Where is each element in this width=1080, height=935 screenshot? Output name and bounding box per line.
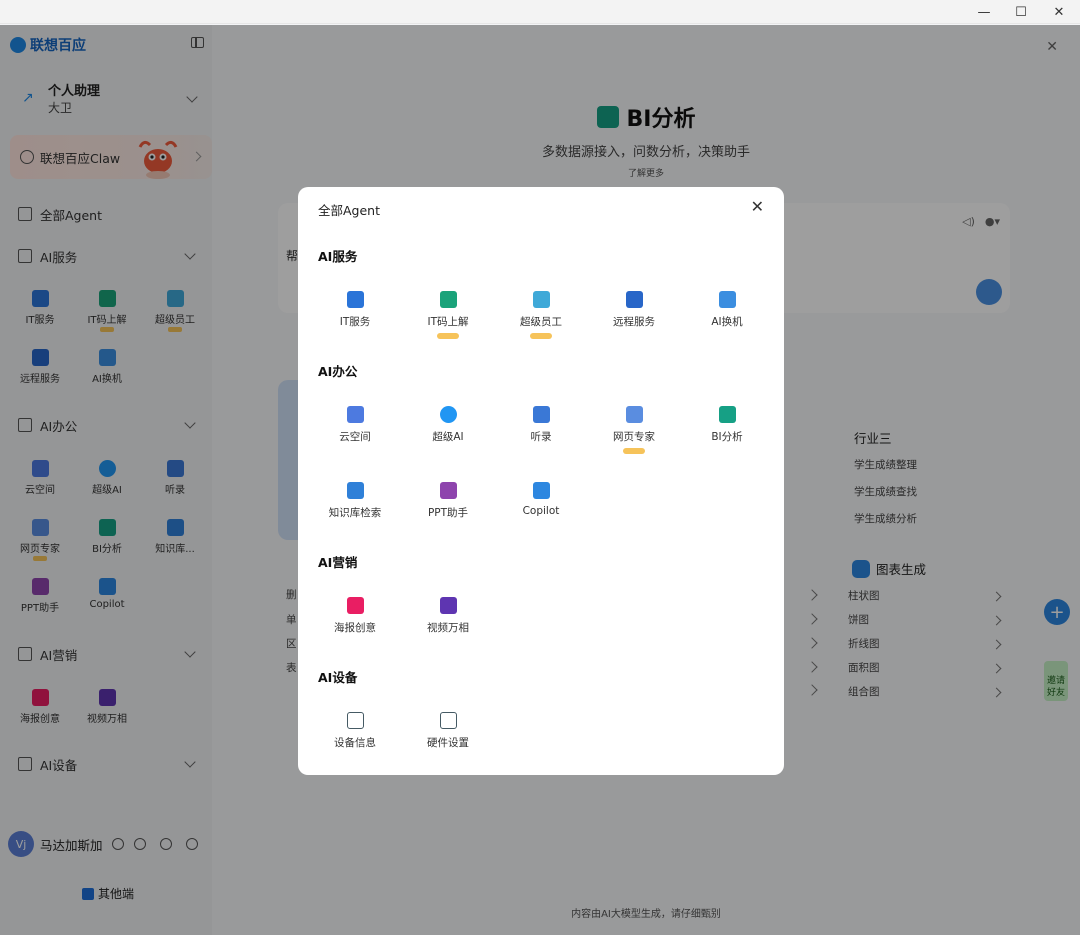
ppt-icon: [439, 482, 457, 499]
agent-copilot[interactable]: Copilot: [496, 482, 586, 517]
modal-close-icon[interactable]: ✕: [751, 199, 764, 215]
beta-badge: [530, 333, 552, 339]
agent-cloud-space[interactable]: 云空间: [310, 406, 400, 444]
agent-poster[interactable]: 海报创意: [310, 597, 400, 635]
knowledge-base-icon: [346, 482, 364, 499]
agent-label: 设备信息: [334, 737, 376, 749]
agent-label: 网页专家: [613, 431, 655, 443]
agent-video[interactable]: 视频万相: [403, 597, 493, 635]
group-title: AI办公: [318, 364, 358, 379]
monitor-icon: [346, 712, 364, 729]
agent-transcribe[interactable]: 听录: [496, 406, 586, 444]
minimize-button[interactable]: —: [966, 2, 1002, 22]
transcribe-icon: [532, 406, 550, 423]
agent-label: Copilot: [522, 505, 560, 517]
agent-label: AI换机: [711, 316, 743, 328]
agent-label: IT码上解: [427, 316, 469, 328]
agent-ppt[interactable]: PPT助手: [403, 482, 493, 520]
agent-label: BI分析: [711, 431, 743, 443]
modal-title: 全部Agent: [318, 203, 380, 218]
agent-label: 云空间: [339, 431, 371, 443]
it-fix-icon: [439, 291, 457, 308]
group-title: AI服务: [318, 249, 358, 264]
it-service-icon: [346, 291, 364, 308]
window-titlebar: — ☐ ✕: [0, 0, 1080, 24]
super-employee-icon: [532, 291, 550, 308]
agent-label: 硬件设置: [427, 737, 469, 749]
remote-service-icon: [625, 291, 643, 308]
agent-ai-swap[interactable]: AI换机: [682, 291, 772, 329]
copilot-icon: [532, 482, 550, 499]
window-close-button[interactable]: ✕: [1041, 2, 1077, 22]
all-agent-modal: 全部Agent ✕ AI服务 IT服务 IT码上解 超级员工 远程服务 AI换机…: [298, 187, 784, 775]
group-title: AI营销: [318, 555, 358, 570]
agent-label: 远程服务: [613, 316, 655, 328]
agent-it-service[interactable]: IT服务: [310, 291, 400, 329]
cloud-space-icon: [346, 406, 364, 423]
agent-device-info[interactable]: 设备信息: [310, 712, 400, 750]
bi-analysis-icon: [718, 406, 736, 423]
poster-icon: [346, 597, 364, 614]
agent-super-employee[interactable]: 超级员工: [496, 291, 586, 339]
beta-badge: [437, 333, 459, 339]
group-title: AI设备: [318, 670, 358, 685]
agent-web-expert[interactable]: 网页专家: [589, 406, 679, 454]
hardware-icon: [439, 712, 457, 729]
ai-swap-icon: [718, 291, 736, 308]
agent-hardware-settings[interactable]: 硬件设置: [403, 712, 493, 750]
agent-remote-service[interactable]: 远程服务: [589, 291, 679, 329]
agent-knowledge-base[interactable]: 知识库检索: [310, 482, 400, 520]
super-ai-icon: [439, 406, 457, 423]
agent-it-fix[interactable]: IT码上解: [403, 291, 493, 339]
agent-label: 超级AI: [432, 431, 464, 443]
agent-label: 超级员工: [520, 316, 562, 328]
agent-label: 听录: [530, 431, 552, 443]
agent-bi-analysis[interactable]: BI分析: [682, 406, 772, 444]
web-expert-icon: [625, 406, 643, 423]
agent-super-ai[interactable]: 超级AI: [403, 406, 493, 444]
maximize-button[interactable]: ☐: [1003, 2, 1039, 22]
beta-badge: [623, 448, 645, 454]
agent-label: PPT助手: [427, 507, 469, 519]
agent-label: IT服务: [339, 316, 371, 328]
agent-label: 视频万相: [427, 622, 469, 634]
agent-label: 知识库检索: [328, 507, 382, 519]
agent-label: 海报创意: [334, 622, 376, 634]
video-icon: [439, 597, 457, 614]
